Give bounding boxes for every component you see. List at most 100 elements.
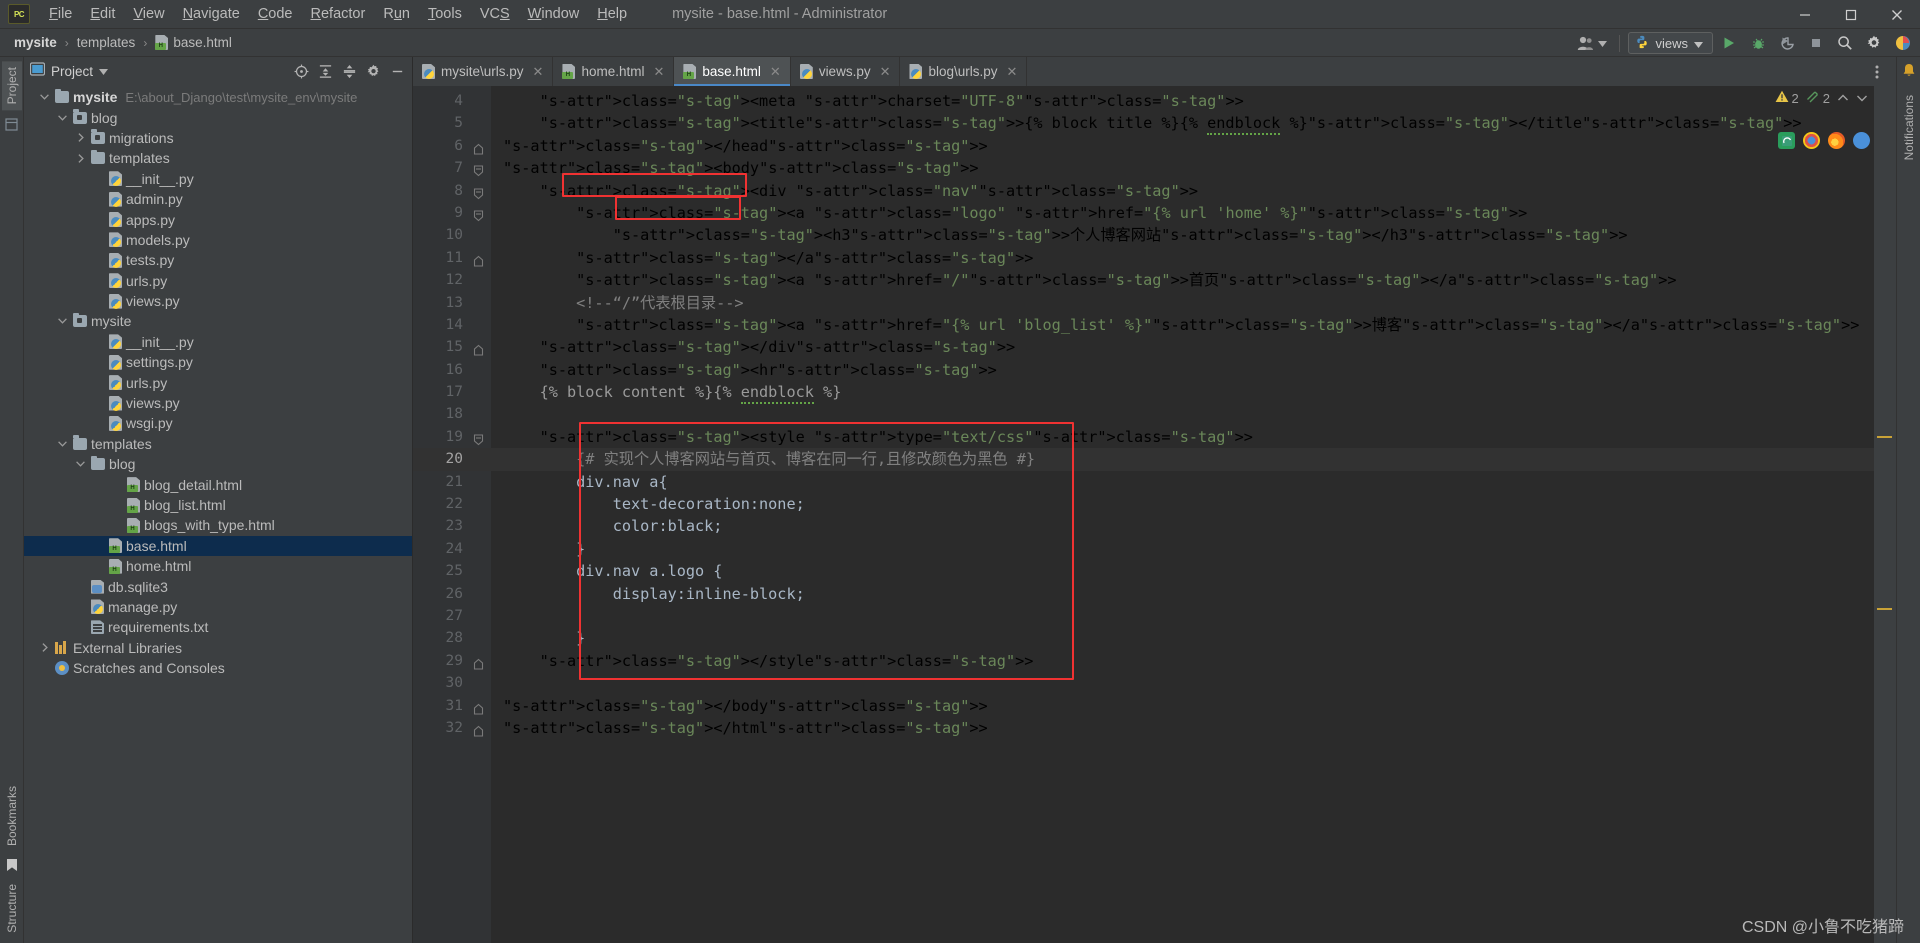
code-line-29[interactable]: "s-attr">class="s-tag"></style"s-attr">c…: [491, 650, 1874, 672]
chevron-down-icon[interactable]: [56, 441, 69, 447]
editor-tab-mysite-urls-py[interactable]: mysite\urls.py ✕: [413, 57, 554, 86]
tree-item-views-py[interactable]: views.py: [24, 291, 412, 311]
menu-run[interactable]: Run: [374, 2, 419, 26]
code-line-27[interactable]: [491, 605, 1874, 627]
close-tab-icon[interactable]: ✕: [1007, 64, 1018, 80]
line-number-16[interactable]: 16: [413, 359, 491, 381]
line-number-18[interactable]: 18: [413, 403, 491, 425]
line-number-31[interactable]: 31: [413, 695, 491, 717]
line-number-17[interactable]: 17: [413, 381, 491, 403]
chevron-down-icon[interactable]: [56, 318, 69, 325]
warning-count[interactable]: 2: [1775, 90, 1799, 106]
close-tab-icon[interactable]: ✕: [533, 64, 544, 80]
coverage-button[interactable]: [1774, 31, 1800, 55]
collapse-all-icon[interactable]: [338, 60, 360, 82]
tree-item-views-py[interactable]: views.py: [24, 393, 412, 413]
menu-tools[interactable]: Tools: [419, 2, 471, 26]
code-line-21[interactable]: div.nav a{: [491, 471, 1874, 493]
code-line-16[interactable]: "s-attr">class="s-tag"><hr"s-attr">class…: [491, 359, 1874, 381]
line-number-10[interactable]: 10: [413, 224, 491, 246]
line-number-32[interactable]: 32: [413, 717, 491, 739]
line-number-19[interactable]: 19: [413, 426, 491, 448]
menu-code[interactable]: Code: [249, 2, 302, 26]
structure-mini-icon[interactable]: [2, 118, 22, 131]
jetbrains-toolbox-button[interactable]: [1890, 31, 1916, 55]
tree-item--init-py[interactable]: __init__.py: [24, 332, 412, 352]
expand-all-icon[interactable]: [314, 60, 336, 82]
tree-item-mysite[interactable]: mysite: [24, 311, 412, 331]
hide-panel-icon[interactable]: [386, 60, 408, 82]
tree-item-requirements-txt[interactable]: requirements.txt: [24, 617, 412, 637]
breadcrumb-item-base-html[interactable]: H base.html: [151, 33, 236, 52]
tree-item-external-libraries[interactable]: External Libraries: [24, 638, 412, 658]
tree-item-models-py[interactable]: models.py: [24, 230, 412, 250]
code-content[interactable]: "s-attr">class="s-tag"><meta "s-attr">ch…: [491, 86, 1874, 943]
code-line-4[interactable]: "s-attr">class="s-tag"><meta "s-attr">ch…: [491, 90, 1874, 112]
run-button[interactable]: [1716, 31, 1742, 55]
fold-end-icon[interactable]: [473, 341, 484, 356]
inspection-widget[interactable]: 2 2: [1771, 86, 1872, 110]
code-line-30[interactable]: [491, 672, 1874, 694]
more-tabs-icon[interactable]: [1864, 60, 1890, 84]
gear-icon[interactable]: [362, 60, 384, 82]
menu-file[interactable]: File: [40, 2, 81, 26]
user-account-icon[interactable]: [1573, 32, 1611, 54]
tree-item-apps-py[interactable]: apps.py: [24, 209, 412, 229]
tree-item-base-html[interactable]: Hbase.html: [24, 535, 412, 556]
editor-tab-base-html[interactable]: Hbase.html ✕: [674, 57, 791, 86]
fold-end-icon[interactable]: [473, 700, 484, 715]
line-number-4[interactable]: 4: [413, 90, 491, 112]
menu-edit[interactable]: Edit: [81, 2, 124, 26]
code-line-17[interactable]: {% block content %}{% endblock %}: [491, 381, 1874, 405]
menu-vcs[interactable]: VCS: [471, 2, 519, 26]
previous-problem-icon[interactable]: [1837, 91, 1849, 106]
chevron-right-icon[interactable]: [74, 133, 87, 143]
code-line-31[interactable]: "s-attr">class="s-tag"></body"s-attr">cl…: [491, 695, 1874, 717]
search-everywhere-button[interactable]: [1832, 31, 1858, 55]
tool-window-bookmarks[interactable]: Bookmarks: [2, 780, 22, 852]
close-tab-icon[interactable]: ✕: [880, 64, 891, 80]
menu-navigate[interactable]: Navigate: [174, 2, 249, 26]
code-line-13[interactable]: <!--“/”代表根目录-->: [491, 292, 1874, 314]
line-number-29[interactable]: 29: [413, 650, 491, 672]
editor-tab-bar[interactable]: mysite\urls.py ✕ Hhome.html ✕ Hbase.html ✕ vie…: [413, 57, 1896, 86]
minimize-button[interactable]: [1782, 0, 1828, 29]
code-line-23[interactable]: color:black;: [491, 515, 1874, 537]
tree-item-wsgi-py[interactable]: wsgi.py: [24, 413, 412, 433]
fold-start-icon[interactable]: [473, 162, 484, 177]
line-number-25[interactable]: 25: [413, 560, 491, 582]
fold-end-icon[interactable]: [473, 722, 484, 737]
tree-item-blog[interactable]: blog: [24, 107, 412, 127]
tool-window-project[interactable]: Project: [1, 61, 22, 111]
fold-start-icon[interactable]: [473, 185, 484, 199]
tree-item-tests-py[interactable]: tests.py: [24, 250, 412, 270]
edge-icon[interactable]: [1778, 132, 1795, 149]
breadcrumb-item-templates[interactable]: templates: [73, 33, 140, 52]
line-number-23[interactable]: 23: [413, 515, 491, 537]
code-line-24[interactable]: }: [491, 538, 1874, 560]
line-number-21[interactable]: 21: [413, 471, 491, 493]
editor-tab-blog-urls-py[interactable]: blog\urls.py ✕: [900, 57, 1028, 86]
notifications-icon[interactable]: [1902, 63, 1916, 83]
code-line-26[interactable]: display:inline-block;: [491, 583, 1874, 605]
code-line-15[interactable]: "s-attr">class="s-tag"></div"s-attr">cla…: [491, 336, 1874, 358]
tree-item-db-sqlite3[interactable]: db.sqlite3: [24, 576, 412, 596]
chevron-down-icon[interactable]: [74, 461, 87, 467]
code-line-14[interactable]: "s-attr">class="s-tag"><a "s-attr">href=…: [491, 314, 1874, 336]
tree-item-scratches-and-consoles[interactable]: Scratches and Consoles: [24, 658, 412, 678]
line-number-11[interactable]: 11: [413, 247, 491, 269]
chevron-down-icon[interactable]: [56, 114, 69, 121]
tree-item-templates[interactable]: templates: [24, 434, 412, 454]
close-button[interactable]: [1874, 0, 1920, 29]
debug-button[interactable]: [1745, 31, 1771, 55]
tree-item-mysite[interactable]: mysite E:\about_Django\test\mysite_env\my…: [24, 87, 412, 107]
tree-item-admin-py[interactable]: admin.py: [24, 189, 412, 209]
next-problem-icon[interactable]: [1856, 91, 1868, 106]
breadcrumb-item-mysite[interactable]: mysite: [10, 33, 61, 52]
code-line-9[interactable]: "s-attr">class="s-tag"><a "s-attr">class…: [491, 202, 1874, 224]
stop-button[interactable]: [1803, 31, 1829, 55]
tree-item-settings-py[interactable]: settings.py: [24, 352, 412, 372]
code-line-10[interactable]: "s-attr">class="s-tag"><h3"s-attr">class…: [491, 224, 1874, 246]
chevron-down-icon[interactable]: [99, 62, 109, 80]
line-number-gutter[interactable]: 4 5 6 7 8 9 10 11 12 13 14 15 16 17 18 19 20 21 22 23 24 25 26…: [413, 86, 491, 943]
